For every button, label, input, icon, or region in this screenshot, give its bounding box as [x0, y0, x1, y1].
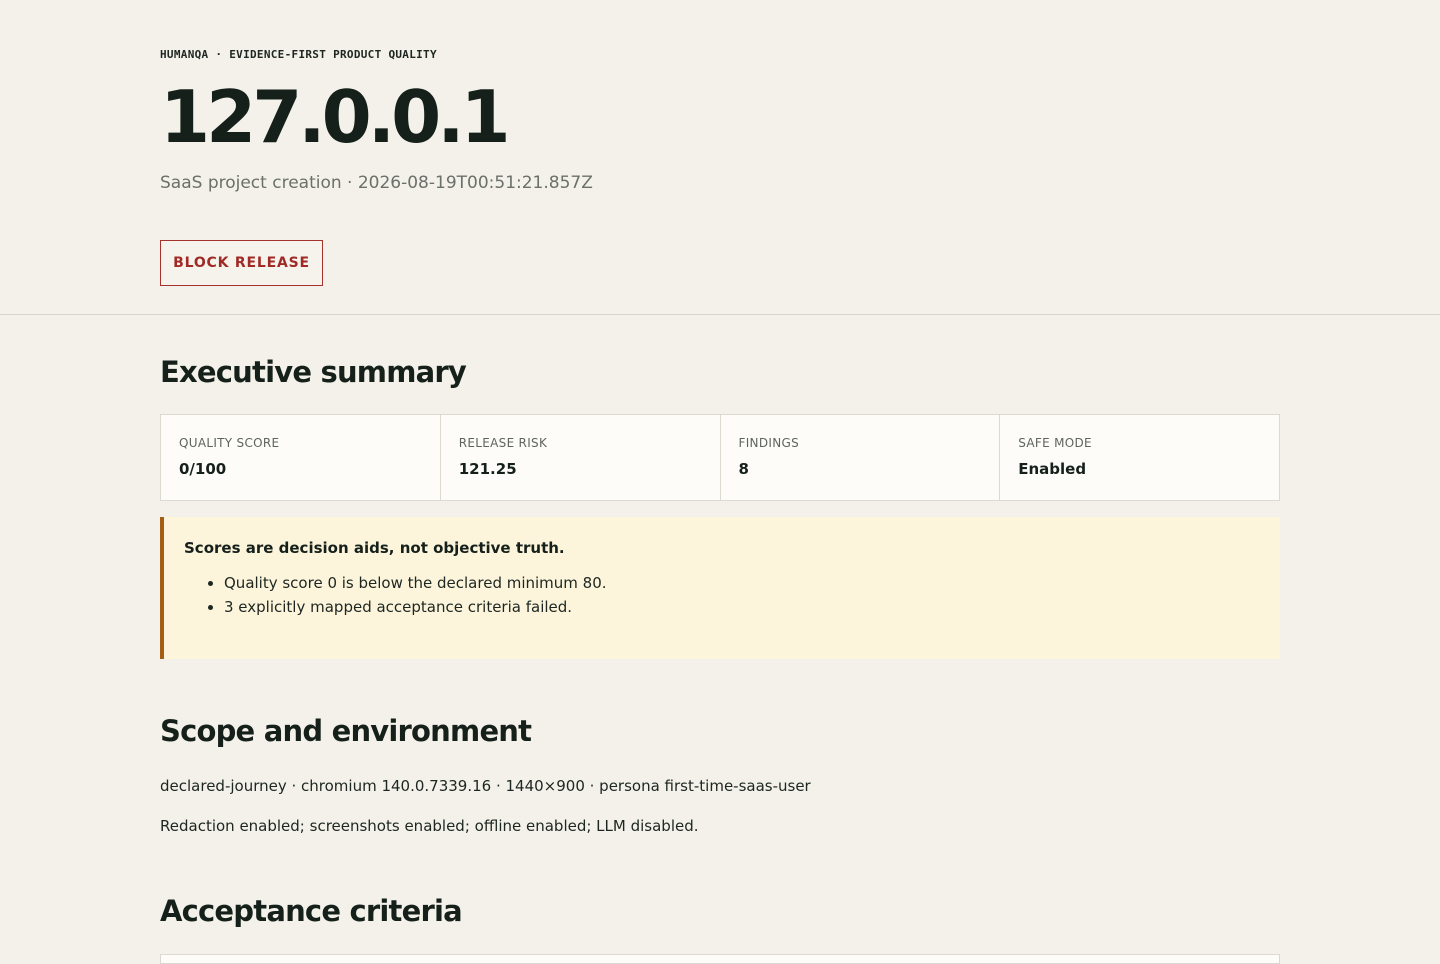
scope-settings-line: Redaction enabled; screenshots enabled; …	[160, 817, 699, 835]
report-header: HUMANQA · EVIDENCE-FIRST PRODUCT QUALITY…	[0, 0, 1440, 315]
summary-metrics: QUALITY SCORE 0/100 RELEASE RISK 121.25 …	[160, 414, 1280, 501]
metric-quality-score: QUALITY SCORE 0/100	[161, 415, 441, 500]
metric-label: QUALITY SCORE	[179, 436, 280, 450]
metric-value: 0/100	[179, 460, 227, 478]
report-eyebrow: HUMANQA · EVIDENCE-FIRST PRODUCT QUALITY	[160, 48, 437, 61]
block-release-button[interactable]: BLOCK RELEASE	[160, 240, 323, 286]
callout-item: Quality score 0 is below the declared mi…	[224, 571, 1260, 595]
callout-item: 3 explicitly mapped acceptance criteria …	[224, 595, 1260, 619]
metric-value: 8	[738, 460, 749, 478]
metric-value: Enabled	[1018, 460, 1087, 478]
metric-label: FINDINGS	[738, 436, 799, 450]
metric-label: SAFE MODE	[1018, 436, 1092, 450]
acceptance-criteria-heading: Acceptance criteria	[160, 894, 463, 928]
metric-findings: FINDINGS 8	[721, 415, 1001, 500]
callout-list: Quality score 0 is below the declared mi…	[184, 571, 1260, 619]
metric-label: RELEASE RISK	[458, 436, 548, 450]
executive-summary-heading: Executive summary	[160, 355, 467, 389]
metric-value: 121.25	[458, 460, 517, 478]
report-host-title: 127.0.0.1	[160, 75, 511, 159]
scope-environment-line: declared-journey · chromium 140.0.7339.1…	[160, 777, 811, 795]
metric-safe-mode: SAFE MODE Enabled	[1000, 415, 1279, 500]
callout-title: Scores are decision aids, not objective …	[184, 539, 565, 557]
acceptance-criteria-table	[160, 954, 1280, 964]
report-subtitle: SaaS project creation · 2026-08-19T00:51…	[160, 173, 593, 193]
metric-release-risk: RELEASE RISK 121.25	[441, 415, 721, 500]
score-disclaimer-callout: Scores are decision aids, not objective …	[160, 517, 1280, 659]
scope-heading: Scope and environment	[160, 714, 532, 748]
